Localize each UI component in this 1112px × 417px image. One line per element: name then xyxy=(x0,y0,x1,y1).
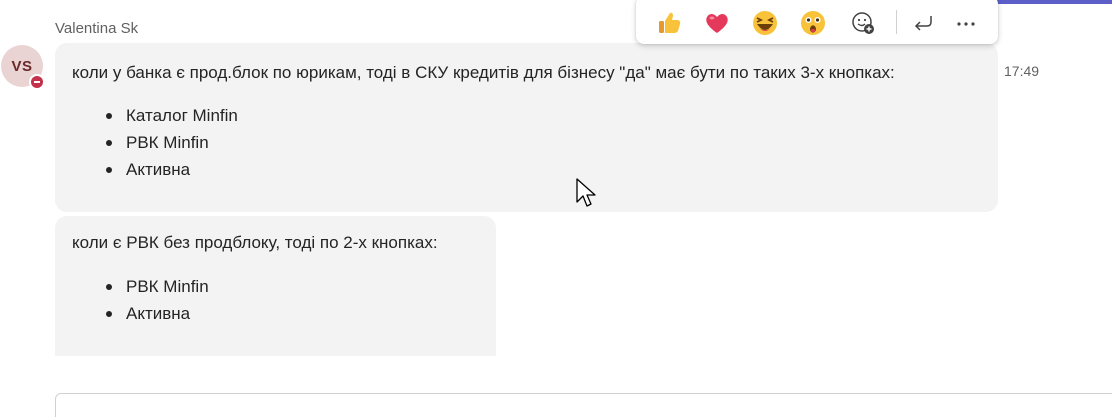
more-options-button[interactable] xyxy=(949,6,983,40)
avatar-initials: VS xyxy=(11,57,33,75)
message-text: коли є РВК без продблоку, тоді по 2-х кн… xyxy=(72,233,438,252)
reply-button[interactable] xyxy=(906,6,940,40)
list-item: РВК Minfin xyxy=(106,129,238,156)
toolbar-divider xyxy=(896,10,897,34)
surprised-icon xyxy=(801,11,825,35)
do-not-disturb-icon xyxy=(31,76,43,88)
list-item: Каталог Minfin xyxy=(106,102,238,129)
compose-box[interactable] xyxy=(55,393,1112,417)
message-bubble[interactable]: коли є РВК без продблоку, тоді по 2-х кн… xyxy=(55,216,496,356)
message-list: Каталог Minfin РВК Minfin Активна xyxy=(72,102,238,183)
reply-icon xyxy=(914,16,932,31)
heart-icon xyxy=(706,14,728,33)
add-reaction-button[interactable] xyxy=(846,6,880,40)
message-text: коли у банка є прод.блок по юрикам, тоді… xyxy=(72,63,895,82)
heart-reaction-button[interactable] xyxy=(700,6,734,40)
chat-pane: Valentina Sk VS коли у банка є прод.блок… xyxy=(0,0,1112,417)
mouse-cursor-icon xyxy=(576,178,596,207)
reaction-toolbar xyxy=(636,0,998,44)
accent-strip xyxy=(997,0,1112,4)
surprised-reaction-button[interactable] xyxy=(796,6,830,40)
more-options-icon xyxy=(957,22,975,26)
message-timestamp: 17:49 xyxy=(1004,63,1040,79)
thumbs-up-icon xyxy=(659,12,681,34)
laughing-icon xyxy=(753,11,777,35)
message-bubble[interactable]: коли у банка є прод.блок по юрикам, тоді… xyxy=(55,43,998,212)
add-reaction-icon xyxy=(852,12,874,34)
message-list: РВК Minfin Активна xyxy=(72,273,209,327)
list-item: Активна xyxy=(106,156,238,183)
laughing-reaction-button[interactable] xyxy=(748,6,782,40)
presence-badge xyxy=(29,74,45,90)
sender-name: Valentina Sk xyxy=(55,20,139,37)
list-item: РВК Minfin xyxy=(106,273,209,300)
list-item: Активна xyxy=(106,300,209,327)
thumbs-up-reaction-button[interactable] xyxy=(652,6,686,40)
